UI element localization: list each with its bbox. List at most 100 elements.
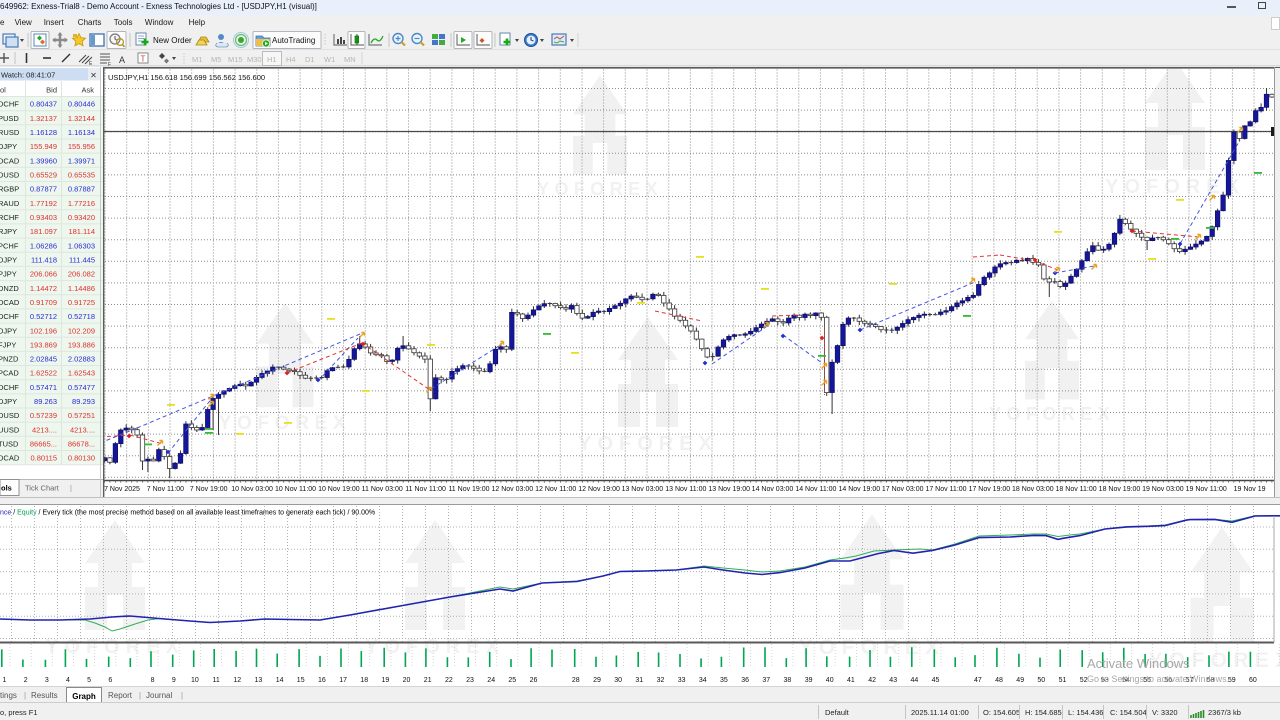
svg-text:nce / Equity / Every tick (the: nce / Equity / Every tick (the most prec… <box>0 510 375 517</box>
svg-text:0.57251: 0.57251 <box>68 411 95 420</box>
svg-text:YOFOREX: YOFOREX <box>989 404 1115 424</box>
svg-text:102.209: 102.209 <box>68 326 95 335</box>
svg-text:12 Nov 11:00: 12 Nov 11:00 <box>535 486 576 493</box>
svg-text:33: 33 <box>678 677 686 684</box>
svg-text:A: A <box>119 55 125 65</box>
svg-text:MN: MN <box>344 55 356 64</box>
svg-text:45: 45 <box>932 677 940 684</box>
svg-text:10 Nov 19:00: 10 Nov 19:00 <box>318 486 360 493</box>
svg-text:0.80437: 0.80437 <box>30 100 57 109</box>
svg-text:4213....: 4213.... <box>32 425 57 434</box>
svg-text:DCAD: DCAD <box>0 298 20 307</box>
svg-text:51: 51 <box>1059 677 1067 684</box>
svg-text:RJPY: RJPY <box>0 227 17 236</box>
svg-text:111.445: 111.445 <box>69 256 95 265</box>
svg-text:19 Nov 19: 19 Nov 19 <box>1234 486 1266 493</box>
svg-text:D1: D1 <box>305 55 315 64</box>
svg-text:M1: M1 <box>192 55 202 64</box>
svg-text:RCHF: RCHF <box>0 213 19 222</box>
svg-text:YOFOREX: YOFOREX <box>578 433 718 455</box>
svg-text:25: 25 <box>508 677 516 684</box>
svg-text:7 Nov 11:00: 7 Nov 11:00 <box>147 486 184 493</box>
svg-text:USDJPY,H1 156.618 156.699 156: USDJPY,H1 156.618 156.699 156.562 156.60… <box>108 73 265 82</box>
svg-text:RUSD: RUSD <box>0 128 20 137</box>
svg-text:47: 47 <box>974 677 982 684</box>
svg-text:48: 48 <box>995 677 1003 684</box>
svg-text:181.114: 181.114 <box>68 227 95 236</box>
svg-text:206.082: 206.082 <box>68 270 95 279</box>
svg-text:H4: H4 <box>286 55 296 64</box>
svg-text:PCAD: PCAD <box>0 369 19 378</box>
svg-text:DUSD: DUSD <box>0 411 20 420</box>
svg-text:155.956: 155.956 <box>68 142 95 151</box>
svg-text:14 Nov 03:00: 14 Nov 03:00 <box>752 486 794 493</box>
svg-text:M30: M30 <box>247 55 262 64</box>
svg-text:DJPY: DJPY <box>0 142 17 151</box>
svg-text:17: 17 <box>339 677 347 684</box>
svg-text:8: 8 <box>151 677 155 684</box>
svg-text:30: 30 <box>614 677 622 684</box>
svg-text:13 Nov 03:00: 13 Nov 03:00 <box>622 486 664 493</box>
svg-text:86665...: 86665... <box>30 440 57 449</box>
svg-text:1.77216: 1.77216 <box>68 199 95 208</box>
svg-text:1.62522: 1.62522 <box>30 369 57 378</box>
svg-text:1.06303: 1.06303 <box>68 241 95 250</box>
svg-text:10 Nov 11:00: 10 Nov 11:00 <box>275 486 316 493</box>
svg-text:ol: ol <box>0 86 6 95</box>
svg-text:1.16134: 1.16134 <box>68 128 95 137</box>
svg-text:18 Nov 11:00: 18 Nov 11:00 <box>1056 486 1097 493</box>
svg-text:36: 36 <box>741 677 749 684</box>
svg-text:44: 44 <box>911 677 919 684</box>
svg-text:1.14472: 1.14472 <box>30 284 57 293</box>
svg-text:7 Nov 2025: 7 Nov 2025 <box>104 486 140 493</box>
svg-text:DUSD: DUSD <box>0 171 20 180</box>
svg-text:22: 22 <box>445 677 453 684</box>
svg-text:|: | <box>70 484 72 493</box>
svg-text:15: 15 <box>297 677 305 684</box>
svg-text:ols: ols <box>1 484 12 493</box>
svg-text:1.14486: 1.14486 <box>68 284 95 293</box>
svg-text:1: 1 <box>3 677 7 684</box>
svg-text:49: 49 <box>1016 677 1024 684</box>
svg-text:32: 32 <box>657 677 665 684</box>
svg-text:YOFOREX: YOFOREX <box>365 636 505 658</box>
svg-text:14: 14 <box>276 677 284 684</box>
svg-text:DCHF: DCHF <box>0 100 19 109</box>
svg-text:39: 39 <box>805 677 813 684</box>
svg-text:0.93420: 0.93420 <box>68 213 95 222</box>
svg-text:38: 38 <box>784 677 792 684</box>
svg-text:0.91725: 0.91725 <box>68 298 95 307</box>
svg-text:PNZD: PNZD <box>0 355 19 364</box>
svg-text:102.196: 102.196 <box>30 326 57 335</box>
svg-text:50: 50 <box>1037 677 1045 684</box>
svg-text:DJPY: DJPY <box>0 326 17 335</box>
svg-text:89.263: 89.263 <box>34 397 57 406</box>
svg-text:✕: ✕ <box>90 71 97 80</box>
svg-text:0.80115: 0.80115 <box>30 454 57 463</box>
svg-text:TUSD: TUSD <box>0 440 19 449</box>
svg-text:0.52718: 0.52718 <box>68 312 95 321</box>
svg-text:DCHF: DCHF <box>0 383 19 392</box>
svg-text:11 Nov 19:00: 11 Nov 19:00 <box>448 486 489 493</box>
svg-text:Tick Chart: Tick Chart <box>25 484 60 493</box>
svg-text:5: 5 <box>87 677 91 684</box>
svg-text:23: 23 <box>466 677 474 684</box>
svg-text:17 Nov 03:00: 17 Nov 03:00 <box>882 486 924 493</box>
svg-text:DNZD: DNZD <box>0 284 19 293</box>
svg-text:35: 35 <box>720 677 728 684</box>
svg-text:9: 9 <box>172 677 176 684</box>
svg-text:43: 43 <box>889 677 897 684</box>
svg-text:0.80446: 0.80446 <box>68 100 95 109</box>
svg-text:11 Nov 03:00: 11 Nov 03:00 <box>362 486 403 493</box>
svg-text:0.57477: 0.57477 <box>68 383 95 392</box>
svg-text:DCAD: DCAD <box>0 454 20 463</box>
svg-text:0.87887: 0.87887 <box>68 185 95 194</box>
svg-text:PCHF: PCHF <box>0 241 19 250</box>
svg-text:DJPY: DJPY <box>0 256 17 265</box>
svg-text:DCAD: DCAD <box>0 156 20 165</box>
svg-text:1.77192: 1.77192 <box>30 199 57 208</box>
svg-text:0.57239: 0.57239 <box>30 411 57 420</box>
svg-text:17 Nov 19:00: 17 Nov 19:00 <box>969 486 1011 493</box>
svg-text:M5: M5 <box>211 55 221 64</box>
svg-text:2.02883: 2.02883 <box>68 355 95 364</box>
